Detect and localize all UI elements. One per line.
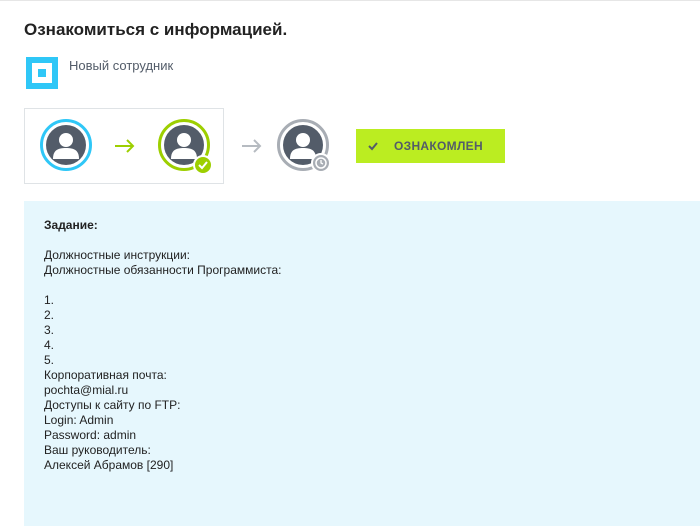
- task-heading: Задание:: [44, 218, 98, 232]
- arrow-right-icon: [115, 139, 135, 153]
- task-body: Должностные инструкции: Должностные обяз…: [44, 248, 281, 473]
- task-description: Задание: Должностные инструкции: Должнос…: [24, 201, 700, 526]
- task-line: Корпоративная почта:: [44, 368, 167, 382]
- acknowledged-button-label: ОЗНАКОМЛЕН: [394, 139, 483, 153]
- page-title: Ознакомиться с информацией.: [24, 20, 288, 39]
- clock-icon: [311, 153, 331, 173]
- arrow-right-icon: [242, 139, 262, 153]
- task-line: 1.: [44, 293, 55, 307]
- user-icon: [46, 125, 86, 165]
- acknowledged-button[interactable]: ОЗНАКОМЛЕН: [356, 129, 505, 163]
- task-line: Должностные инструкции:: [44, 248, 190, 262]
- document-icon: [26, 57, 58, 89]
- author-avatar[interactable]: [40, 119, 92, 171]
- task-line: 5.: [44, 353, 55, 367]
- task-line: Должностные обязанности Программиста:: [44, 263, 282, 277]
- task-line: pochta@mial.ru: [44, 383, 129, 397]
- task-line: Password: admin: [44, 428, 137, 442]
- task-line: 3.: [44, 323, 55, 337]
- check-icon: [193, 155, 213, 175]
- check-icon: [368, 142, 378, 151]
- task-line: Login: Admin: [44, 413, 114, 427]
- document-label[interactable]: Новый сотрудник: [69, 58, 173, 73]
- task-line: 4.: [44, 338, 55, 352]
- task-line: Алексей Абрамов [290]: [44, 458, 174, 472]
- task-line: Ваш руководитель:: [44, 443, 151, 457]
- task-card: Ознакомиться с информацией. Новый сотруд…: [0, 0, 700, 526]
- task-line: [44, 278, 281, 293]
- task-line: Доступы к сайту по FTP:: [44, 398, 181, 412]
- task-line: 2.: [44, 308, 55, 322]
